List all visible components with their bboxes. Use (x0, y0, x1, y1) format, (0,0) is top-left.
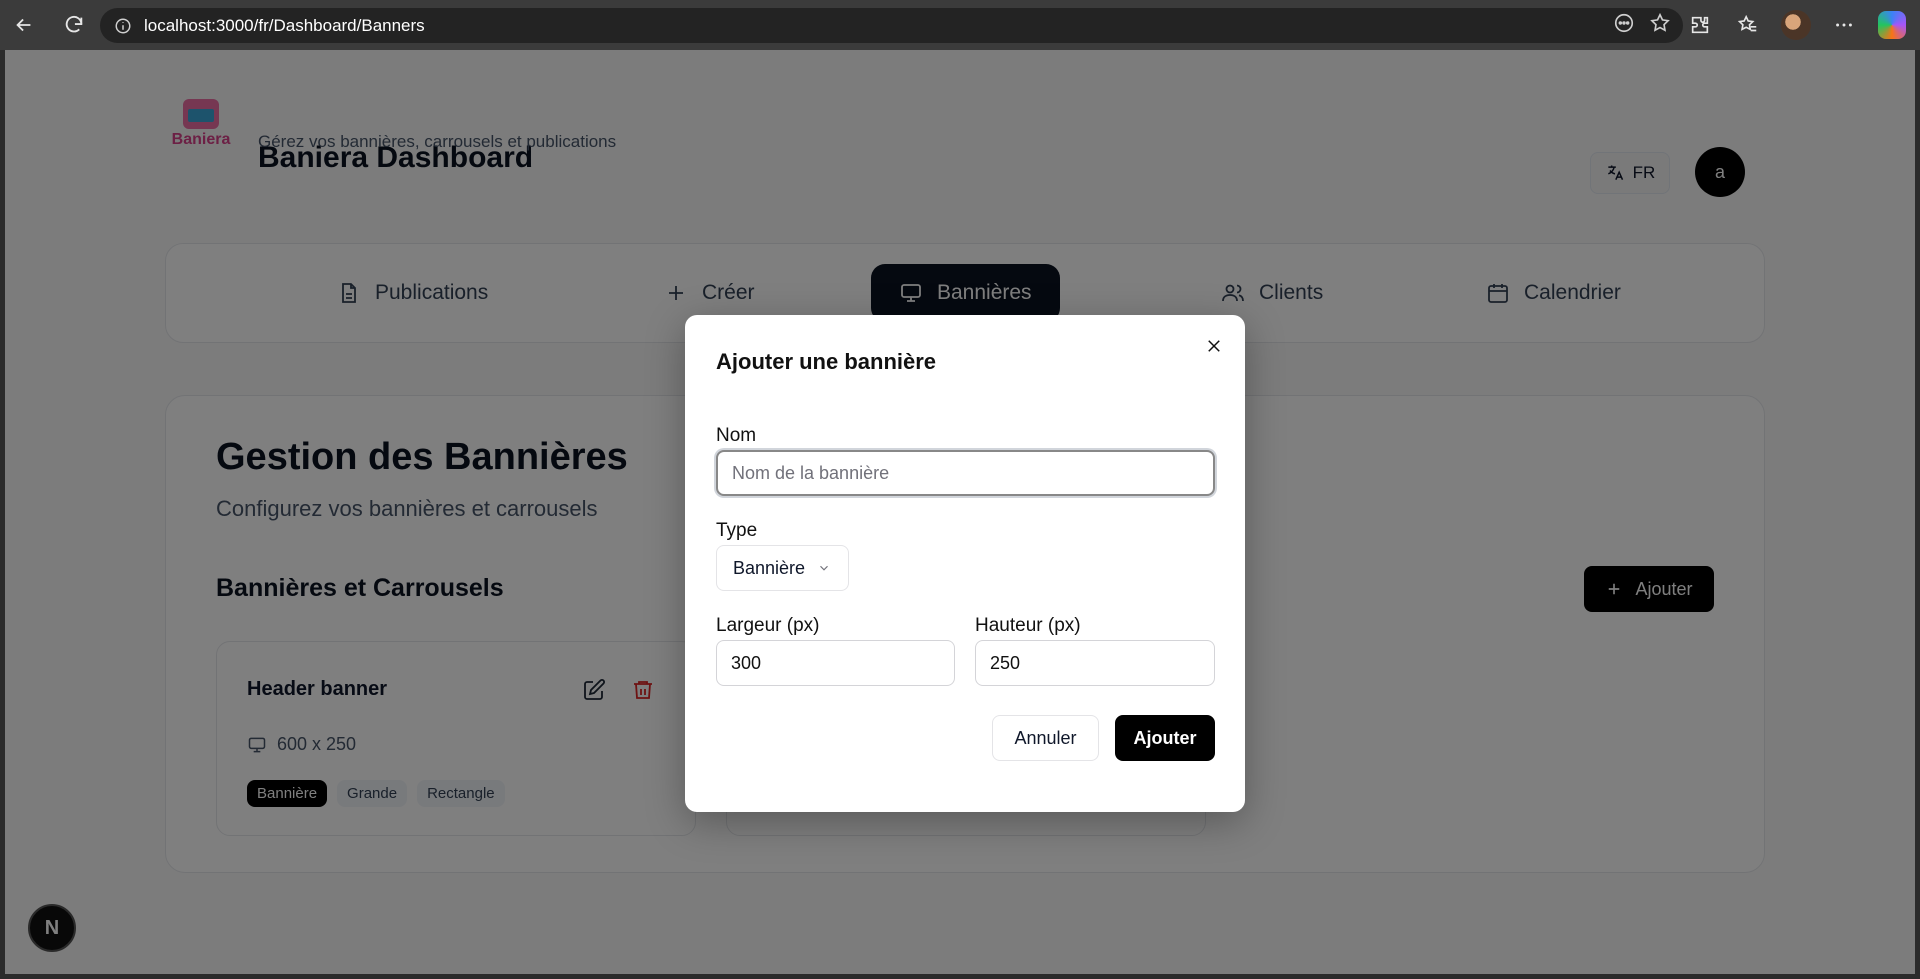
type-select[interactable]: Bannière (716, 545, 849, 591)
url-text: localhost:3000/fr/Dashboard/Banners (144, 15, 425, 35)
back-button[interactable] (4, 5, 44, 45)
cancel-button[interactable]: Annuler (992, 715, 1099, 761)
height-input[interactable] (975, 640, 1215, 686)
copilot-icon (1878, 11, 1906, 39)
star-icon[interactable] (1649, 12, 1671, 34)
add-banner-dialog: Ajouter une bannière Nom Type Bannière L… (685, 315, 1245, 812)
profile-button[interactable] (1778, 7, 1814, 43)
width-label: Largeur (px) (716, 615, 820, 636)
type-label: Type (716, 520, 758, 541)
submit-button[interactable]: Ajouter (1115, 715, 1215, 761)
chevron-down-icon (820, 565, 828, 571)
name-input[interactable] (716, 450, 1215, 496)
page: Baniera Baniera Dashboard Gérez vos bann… (5, 50, 1915, 974)
favorites-button[interactable] (1730, 7, 1766, 43)
copilot-button[interactable] (1874, 7, 1910, 43)
arrow-left-icon (16, 18, 31, 32)
reload-button[interactable] (54, 5, 94, 45)
address-bar[interactable]: localhost:3000/fr/Dashboard/Banners (100, 8, 1683, 43)
width-input[interactable] (716, 640, 955, 686)
type-select-value: Bannière (733, 557, 806, 578)
favorites-icon (1737, 14, 1757, 32)
more-horizontal-icon (1836, 23, 1852, 27)
profile-avatar (1781, 10, 1811, 40)
dialog-title: Ajouter une bannière (716, 349, 937, 374)
menu-button[interactable] (1826, 7, 1862, 43)
extensions-button[interactable] (1682, 7, 1718, 43)
more-circle-icon[interactable] (1613, 12, 1635, 34)
info-icon[interactable] (114, 17, 132, 35)
close-icon[interactable] (1205, 337, 1223, 355)
puzzle-icon (1691, 16, 1709, 34)
reload-icon (65, 15, 83, 33)
browser-toolbar: localhost:3000/fr/Dashboard/Banners (0, 0, 1920, 50)
name-label: Nom (716, 425, 757, 446)
height-label: Hauteur (px) (975, 615, 1081, 636)
